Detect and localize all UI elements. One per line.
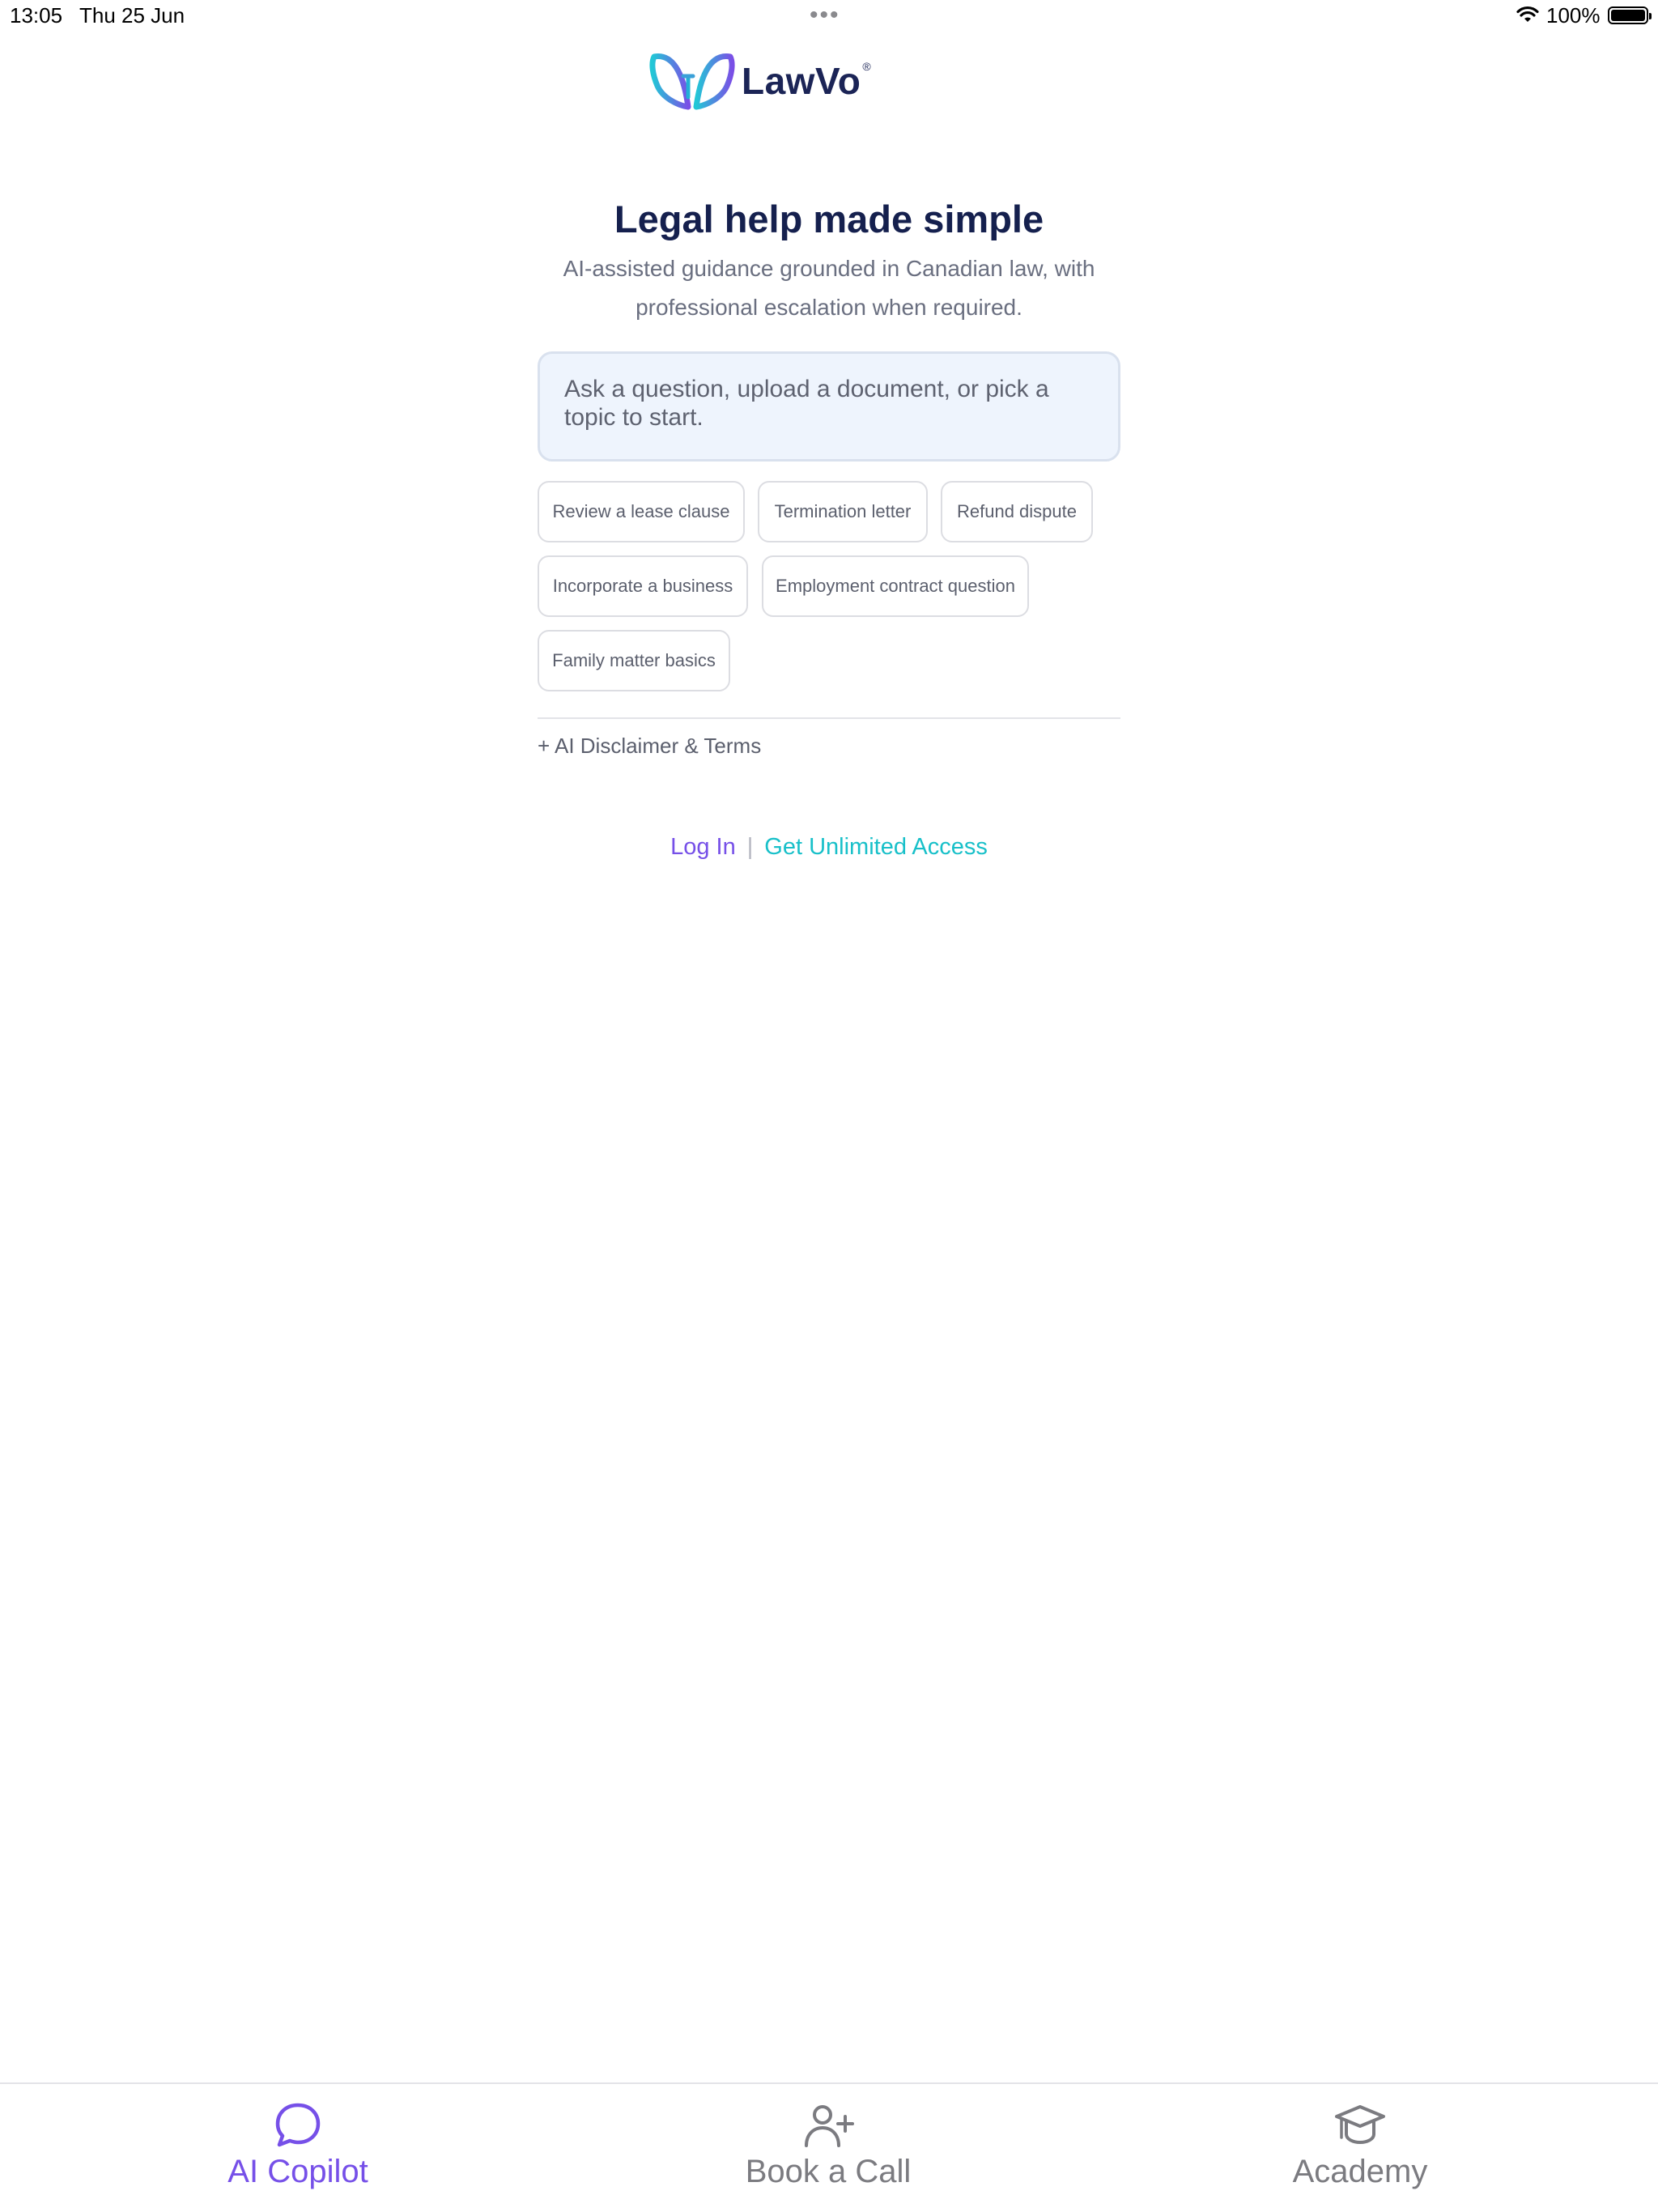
link-separator: | [746,834,754,860]
suggestion-chip-employment[interactable]: Employment contract question [762,555,1029,617]
app-logo: LawVo ® [648,49,871,113]
suggestion-chip-termination[interactable]: Termination letter [758,481,928,542]
wifi-icon [1516,6,1539,22]
unlimited-access-link[interactable]: Get Unlimited Access [764,834,988,860]
tab-label-book-a-call: Book a Call [745,2154,912,2189]
lawvo-logo-icon [649,53,735,110]
multitasking-dots-icon[interactable]: ••• [810,3,840,28]
add-person-icon [805,2105,854,2147]
chat-bubble-icon [275,2103,321,2147]
page-title: Legal help made simple [614,198,1044,240]
disclaimer-toggle[interactable]: + AI Disclaimer & Terms [538,734,761,759]
status-date: Thu 25 Jun [79,3,185,28]
logo-wordmark: LawVo [742,60,861,102]
divider [538,717,1120,719]
graduation-cap-icon [1335,2105,1385,2144]
question-input[interactable] [564,375,1094,438]
status-bar: 13:05 Thu 25 Jun ••• 100% [0,0,1658,32]
page-subtitle: AI-assisted guidance grounded in Canadia… [563,256,1095,320]
tab-ai-copilot[interactable]: AI Copilot [176,2102,419,2190]
registered-mark: ® [862,60,871,73]
login-link[interactable]: Log In [670,834,736,860]
auth-links: Log In | Get Unlimited Access [0,834,1658,861]
tab-academy[interactable]: Academy [1239,2102,1482,2190]
battery-icon [1608,6,1652,24]
battery-percentage: 100% [1546,3,1601,28]
status-time: 13:05 [10,3,63,28]
tab-book-a-call[interactable]: Book a Call [707,2102,950,2190]
suggestion-chip-lease[interactable]: Review a lease clause [538,481,745,542]
prompt-box[interactable] [538,351,1120,462]
tab-label-academy: Academy [1292,2154,1428,2189]
suggestion-chip-incorporate[interactable]: Incorporate a business [538,555,748,617]
bottom-tab-bar: AI Copilot Book a Call Academy [0,2082,1658,2212]
suggestion-chip-family[interactable]: Family matter basics [538,630,730,691]
suggestion-chip-refund[interactable]: Refund dispute [941,481,1093,542]
tab-label-ai-copilot: AI Copilot [227,2154,368,2189]
